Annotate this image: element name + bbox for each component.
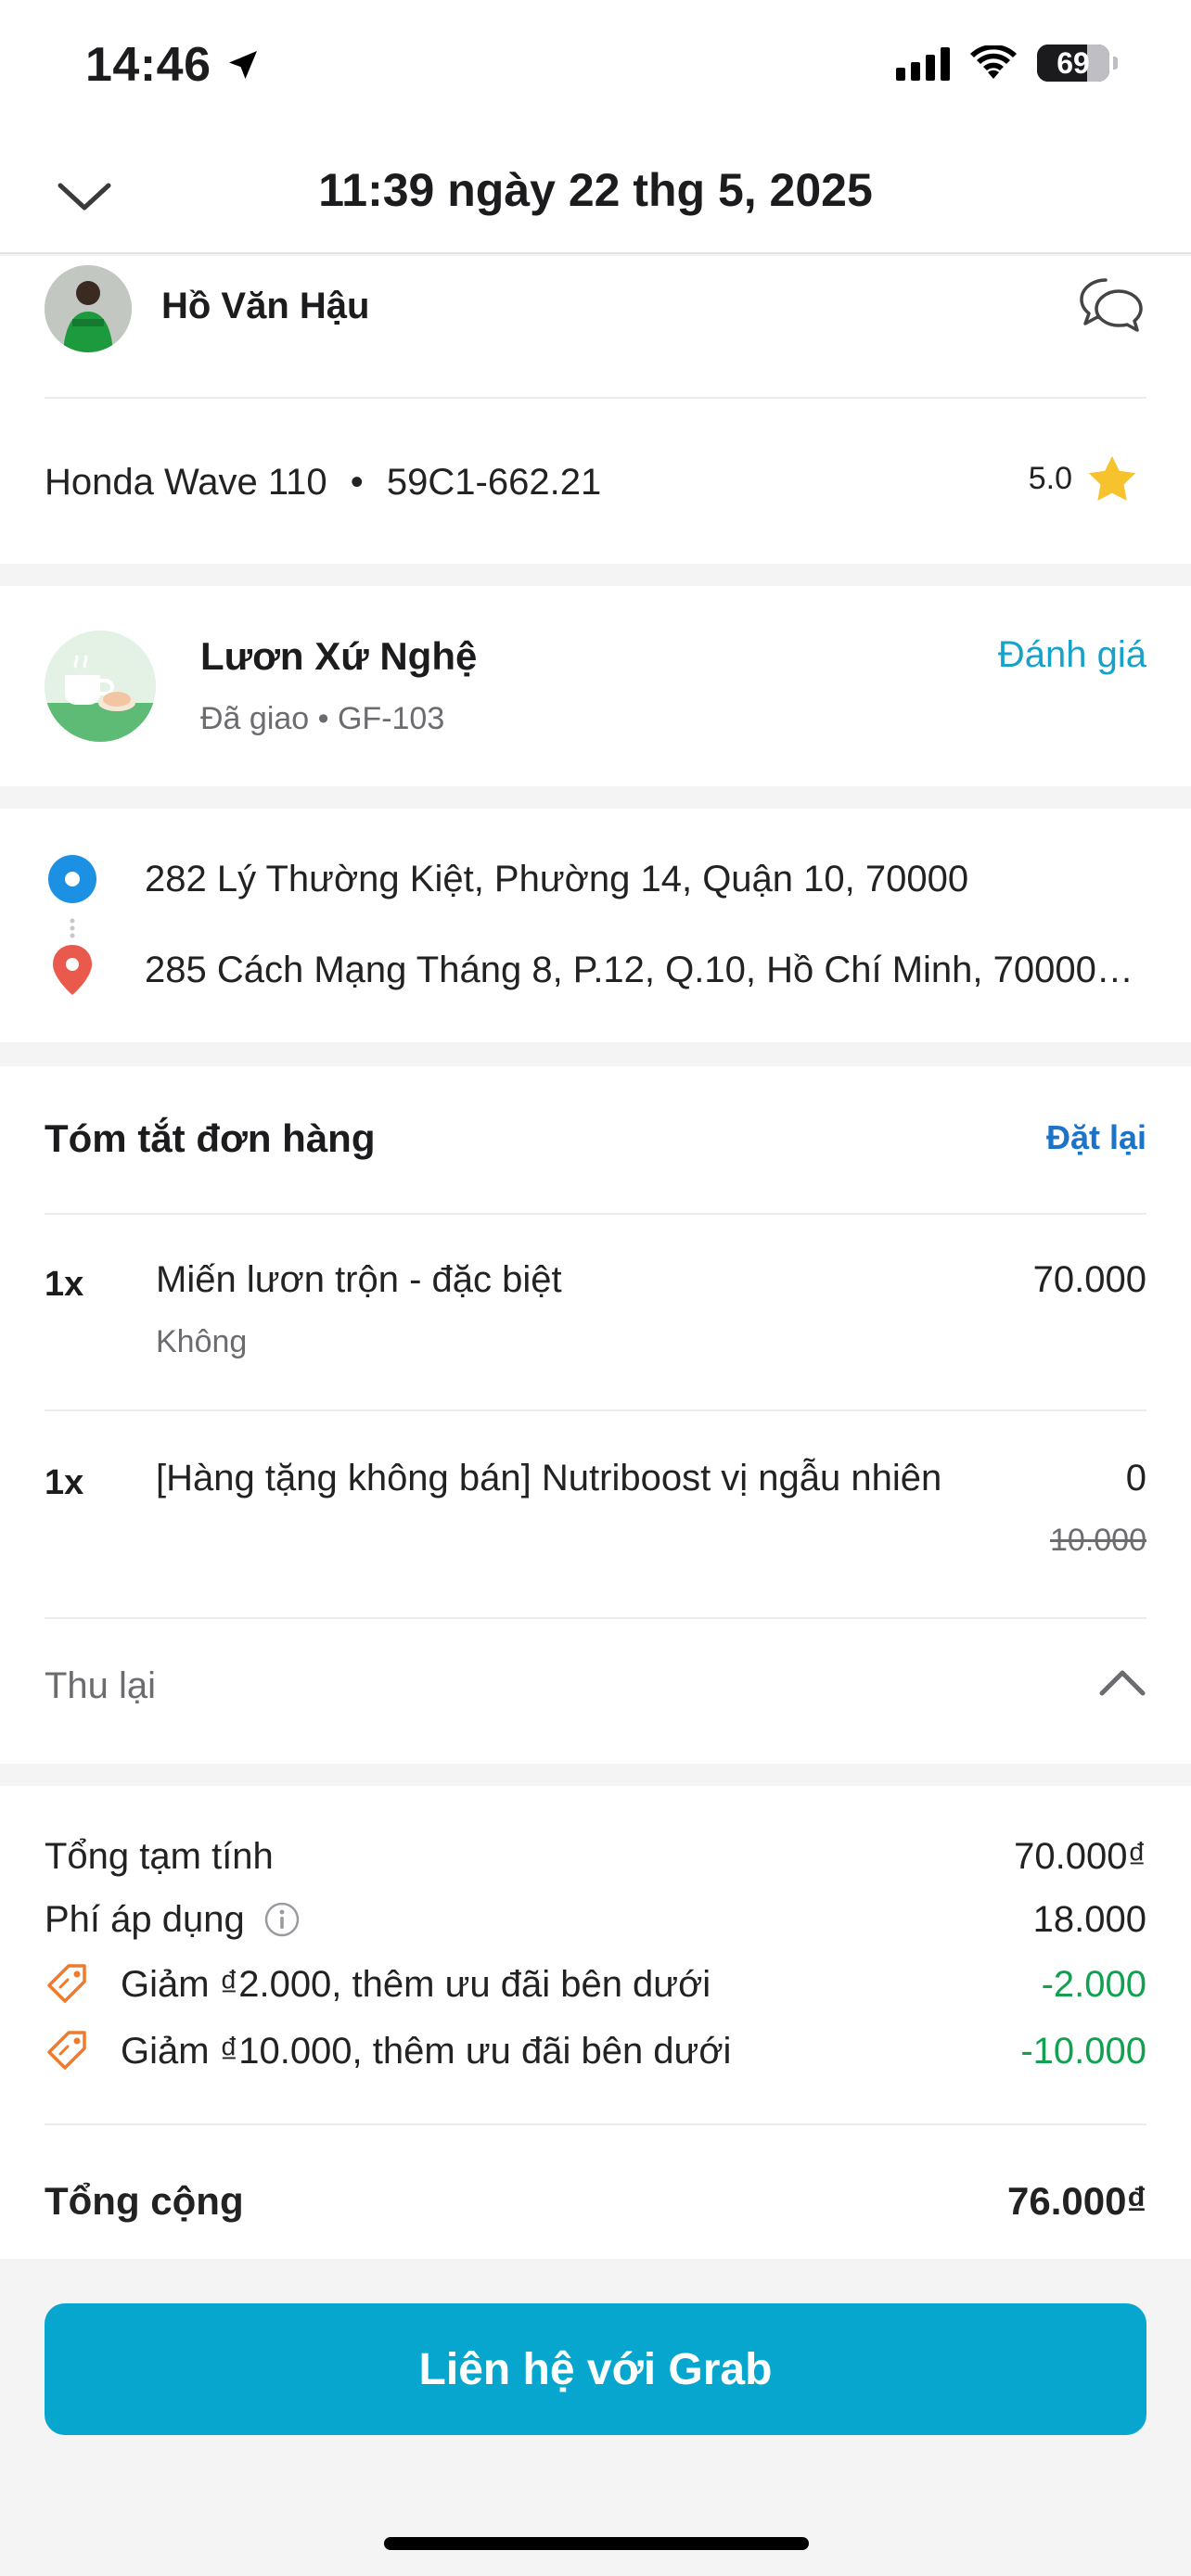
order-summary-card: Tóm tắt đơn hàng Đặt lại 1x Miến lươn tr… bbox=[0, 1066, 1191, 1764]
divider bbox=[45, 2123, 1146, 2125]
driver-card: Hồ Văn Hậu Honda Wave 110 • 59C1-662.21 … bbox=[0, 256, 1191, 564]
route-dots bbox=[70, 918, 75, 938]
nav-header: 11:39 ngày 22 thg 5, 2025 bbox=[0, 139, 1191, 254]
total-row: Tổng cộng 76.000₫ bbox=[45, 2175, 1146, 2227]
wifi-icon bbox=[970, 45, 1017, 79]
rate-button[interactable]: Đánh giá bbox=[998, 634, 1146, 676]
subtotal-label: Tổng tạm tính bbox=[45, 1835, 274, 1877]
discount-row: Giảm ₫10.000, thêm ưu đãi bên dưới -10.0… bbox=[45, 2025, 1146, 2077]
vehicle-plate: 59C1-662.21 bbox=[386, 462, 602, 503]
divider bbox=[45, 1213, 1146, 1215]
chat-bubbles-icon bbox=[1080, 278, 1143, 332]
pickup-address-row: 282 Lý Thường Kiệt, Phường 14, Quận 10, … bbox=[45, 851, 1135, 907]
item-original-price: 10.000 bbox=[1050, 1523, 1146, 1558]
reorder-button[interactable]: Đặt lại bbox=[1046, 1118, 1146, 1157]
vehicle-separator: • bbox=[350, 462, 364, 503]
order-detail-screen: 14:46 69 11:39 ngày 22 thg 5, 2025 Hồ Vă… bbox=[0, 0, 1191, 2576]
item-note: Không bbox=[156, 1324, 248, 1359]
item-name: Miến lươn trộn - đặc biệt bbox=[156, 1259, 562, 1300]
status-bar: 14:46 69 bbox=[0, 0, 1191, 139]
info-icon[interactable] bbox=[263, 1901, 301, 1938]
pickup-dot-icon bbox=[45, 851, 100, 907]
discount-value: -10.000 bbox=[1020, 2030, 1146, 2072]
subtotal-value: 70.000₫ bbox=[1014, 1835, 1146, 1877]
item-name: [Hàng tặng không bán] Nutriboost vị ngẫu… bbox=[156, 1458, 942, 1498]
status-indicators: 69 bbox=[896, 45, 1118, 82]
location-pin-icon bbox=[45, 942, 100, 998]
merchant-logo bbox=[45, 631, 156, 742]
collapse-toggle-label[interactable]: Thu lại bbox=[45, 1665, 156, 1707]
item-price: 70.000 bbox=[1032, 1259, 1146, 1300]
driver-rating: 5.0 bbox=[1029, 453, 1139, 504]
subtotal-row: Tổng tạm tính 70.000₫ bbox=[45, 1830, 1146, 1882]
fee-value: 18.000 bbox=[1032, 1898, 1146, 1940]
discount-label: Giảm ₫2.000, thêm ưu đãi bên dưới bbox=[121, 1963, 711, 2005]
home-indicator[interactable] bbox=[384, 2537, 809, 2550]
contact-grab-button[interactable]: Liên hệ với Grab bbox=[45, 2303, 1146, 2435]
star-icon bbox=[1088, 455, 1136, 501]
divider bbox=[45, 1617, 1146, 1619]
fee-label: Phí áp dụng bbox=[45, 1898, 245, 1940]
vehicle-info: Honda Wave 110 • 59C1-662.21 bbox=[45, 462, 601, 504]
total-label: Tổng cộng bbox=[45, 2179, 244, 2223]
collapse-toggle-button[interactable] bbox=[1095, 1656, 1150, 1712]
discount-value: -2.000 bbox=[1041, 1963, 1146, 2005]
totals-card: Tổng tạm tính 70.000₫ Phí áp dụng 18.000 bbox=[0, 1786, 1191, 2259]
dropoff-address-row: 285 Cách Mạng Tháng 8, P.12, Q.10, Hồ Ch… bbox=[45, 942, 1135, 998]
location-arrow-icon bbox=[224, 46, 262, 83]
chat-button[interactable] bbox=[1076, 273, 1146, 341]
item-quantity: 1x bbox=[45, 1265, 84, 1304]
total-value: 76.000₫ bbox=[1006, 2179, 1146, 2223]
status-time: 14:46 bbox=[85, 38, 211, 92]
rating-value: 5.0 bbox=[1028, 460, 1072, 496]
battery-icon: 69 bbox=[1037, 45, 1118, 82]
order-status: Đã giao • GF-103 bbox=[200, 701, 445, 736]
discount-row: Giảm ₫2.000, thêm ưu đãi bên dưới -2.000 bbox=[45, 1958, 1146, 2010]
vehicle-model: Honda Wave 110 bbox=[45, 462, 327, 503]
page-title: 11:39 ngày 22 thg 5, 2025 bbox=[318, 164, 873, 216]
driver-name: Hồ Văn Hậu bbox=[161, 286, 370, 326]
chevron-up-icon bbox=[1099, 1670, 1146, 1696]
driver-avatar[interactable] bbox=[45, 265, 132, 352]
merchant-name: Lươn Xứ Nghệ bbox=[200, 634, 478, 678]
divider bbox=[45, 1409, 1146, 1411]
cellular-signal-icon bbox=[896, 45, 950, 81]
divider bbox=[45, 397, 1146, 399]
status-time-group: 14:46 bbox=[85, 37, 262, 93]
order-summary-title: Tóm tắt đơn hàng bbox=[45, 1116, 376, 1160]
dropoff-address: 285 Cách Mạng Tháng 8, P.12, Q.10, Hồ Ch… bbox=[145, 949, 1135, 990]
battery-level: 69 bbox=[1057, 45, 1090, 80]
merchant-card: Lươn Xứ Nghệ Đã giao • GF-103 Đánh giá bbox=[0, 586, 1191, 786]
discount-label: Giảm ₫10.000, thêm ưu đãi bên dưới bbox=[121, 2030, 732, 2072]
item-price: 0 bbox=[1125, 1458, 1146, 1498]
item-quantity: 1x bbox=[45, 1463, 84, 1502]
discount-tag-icon bbox=[47, 1964, 86, 2003]
address-card: 282 Lý Thường Kiệt, Phường 14, Quận 10, … bbox=[0, 809, 1191, 1042]
fee-row: Phí áp dụng 18.000 bbox=[45, 1894, 1146, 1945]
discount-tag-icon bbox=[47, 2031, 86, 2070]
pickup-address: 282 Lý Thường Kiệt, Phường 14, Quận 10, … bbox=[145, 858, 969, 899]
